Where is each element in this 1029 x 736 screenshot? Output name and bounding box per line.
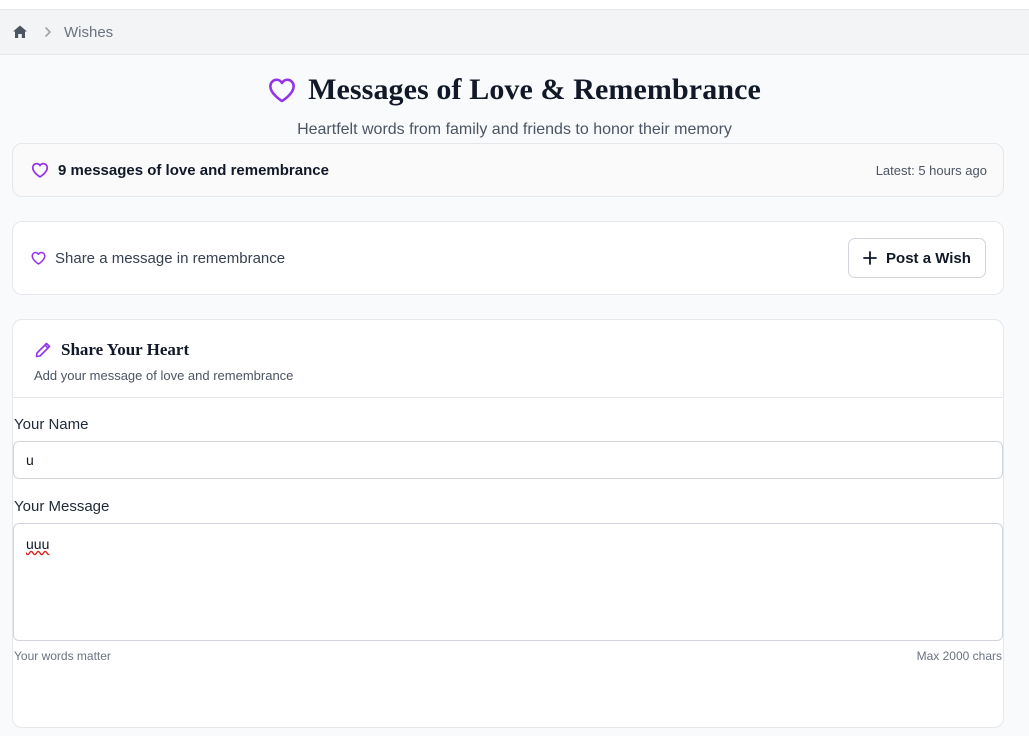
message-textarea[interactable]: uuu — [13, 523, 1003, 641]
wish-form-card: Share Your Heart Add your message of lov… — [12, 319, 1004, 728]
post-wish-label: Post a Wish — [886, 249, 971, 267]
name-input[interactable] — [13, 441, 1003, 479]
chevron-right-icon — [42, 26, 54, 38]
share-prompt-text: Share a message in remembrance — [55, 249, 286, 267]
form-header: Share Your Heart Add your message of lov… — [13, 320, 1003, 398]
post-wish-button[interactable]: Post a Wish — [848, 238, 986, 278]
pencil-icon — [34, 341, 52, 359]
home-icon[interactable] — [12, 24, 28, 40]
breadcrumb: Wishes — [0, 10, 1029, 55]
share-prompt-card: Share a message in remembrance Post a Wi… — [12, 221, 1004, 295]
page-subtitle: Heartfelt words from family and friends … — [297, 121, 732, 138]
breadcrumb-current[interactable]: Wishes — [64, 24, 113, 41]
latest-timestamp: Latest: 5 hours ago — [875, 162, 987, 178]
form-subtitle: Add your message of love and remembrance — [34, 368, 294, 383]
heart-outline-icon — [31, 162, 49, 178]
message-hint: Your words matter — [14, 649, 111, 663]
plus-icon — [863, 251, 877, 265]
page-header: Messages of Love & Remembrance — [0, 70, 1029, 110]
message-label: Your Message — [14, 498, 110, 515]
heart-outline-icon — [268, 77, 296, 103]
messages-summary-card: 9 messages of love and remembrance Lates… — [12, 143, 1004, 197]
top-strip — [0, 0, 1029, 10]
char-limit: Max 2000 chars — [916, 649, 1002, 663]
form-title: Share Your Heart — [61, 340, 190, 359]
heart-outline-icon — [31, 251, 46, 265]
page-title: Messages of Love & Remembrance — [308, 73, 761, 106]
message-count: 9 messages of love and remembrance — [58, 161, 329, 179]
name-label: Your Name — [14, 416, 89, 433]
